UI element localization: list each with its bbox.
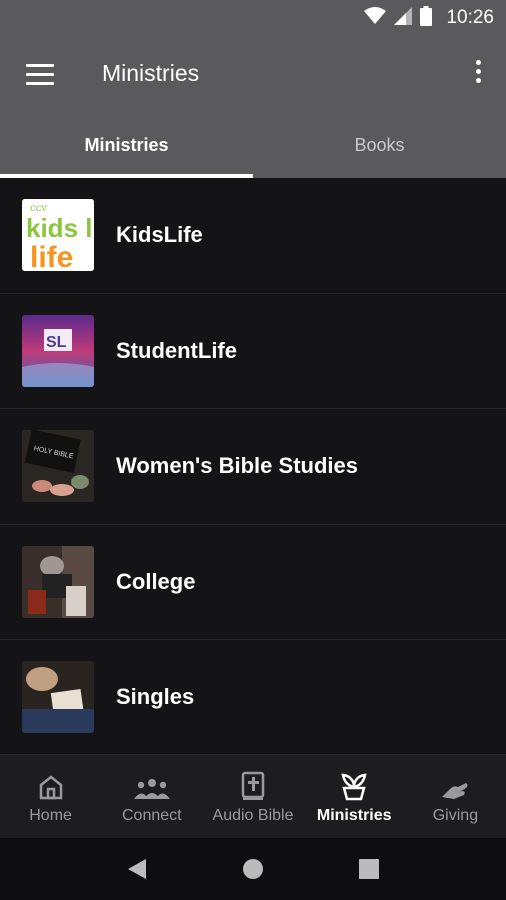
battery-icon	[420, 5, 433, 31]
page-title: Ministries	[102, 60, 200, 86]
womens-bible-thumbnail: HOLY BIBLE	[22, 430, 94, 503]
more-vert-icon[interactable]	[474, 60, 482, 88]
system-navigation-bar	[0, 838, 506, 900]
list-item-studentlife[interactable]: SL StudentLife	[0, 294, 506, 409]
nav-giving[interactable]: Giving	[405, 755, 506, 838]
svg-text:life: life	[30, 241, 73, 271]
nav-label: Ministries	[316, 806, 392, 824]
nav-audio-bible[interactable]: Audio Bible	[202, 755, 303, 838]
group-icon	[133, 769, 170, 801]
back-icon[interactable]	[126, 857, 148, 881]
nav-label: Giving	[432, 806, 479, 824]
list-item-label: Women's Bible Studies	[116, 453, 358, 479]
recents-icon[interactable]	[358, 858, 380, 880]
nav-label: Audio Bible	[212, 806, 294, 824]
nav-connect[interactable]: Connect	[101, 755, 202, 838]
list-item-womens-bible-studies[interactable]: HOLY BIBLE Women's Bible Studies	[0, 409, 506, 525]
list-item-college[interactable]: College	[0, 525, 506, 640]
list-item-singles[interactable]: Singles	[0, 640, 506, 756]
list-item-label: College	[116, 568, 196, 594]
kidslife-logo-text: kids life	[26, 213, 94, 243]
bottom-navigation: Home Connect Audio Bible Ministries Givi…	[0, 754, 506, 838]
college-thumbnail	[22, 545, 94, 618]
tab-ministries[interactable]: Ministries	[0, 112, 253, 178]
tab-books[interactable]: Books	[253, 112, 506, 178]
tab-label: Ministries	[84, 134, 169, 155]
tab-label: Books	[354, 134, 405, 155]
status-time: 10:26	[446, 7, 494, 28]
nav-ministries[interactable]: Ministries	[304, 755, 405, 838]
nav-home[interactable]: Home	[0, 755, 101, 838]
app-screen: 10:26 Ministries Ministries Books ccv ki…	[0, 0, 506, 900]
nav-label: Connect	[122, 806, 182, 824]
list-item-kidslife[interactable]: ccv kids life life KidsLife	[0, 178, 506, 294]
home-icon	[37, 769, 65, 801]
bible-icon	[241, 769, 265, 801]
singles-thumbnail	[22, 661, 94, 734]
studentlife-thumbnail: SL	[22, 314, 94, 387]
tab-bar: Ministries Books	[0, 112, 506, 178]
giving-hand-icon	[440, 769, 470, 801]
cell-signal-icon	[394, 6, 413, 30]
plant-pot-icon	[339, 769, 369, 801]
ministries-list: ccv kids life life KidsLife	[0, 178, 506, 756]
svg-text:SL: SL	[46, 334, 67, 351]
nav-label: Home	[29, 806, 72, 824]
list-item-label: KidsLife	[116, 222, 203, 248]
kidslife-thumbnail: ccv kids life life	[22, 199, 94, 272]
home-button-icon[interactable]	[241, 857, 265, 881]
status-bar: 10:26	[0, 0, 506, 36]
hamburger-menu-icon[interactable]	[26, 64, 54, 86]
list-item-label: Singles	[116, 684, 195, 710]
list-item-label: StudentLife	[116, 337, 237, 363]
wifi-icon	[364, 6, 387, 30]
app-bar: Ministries	[0, 36, 506, 112]
